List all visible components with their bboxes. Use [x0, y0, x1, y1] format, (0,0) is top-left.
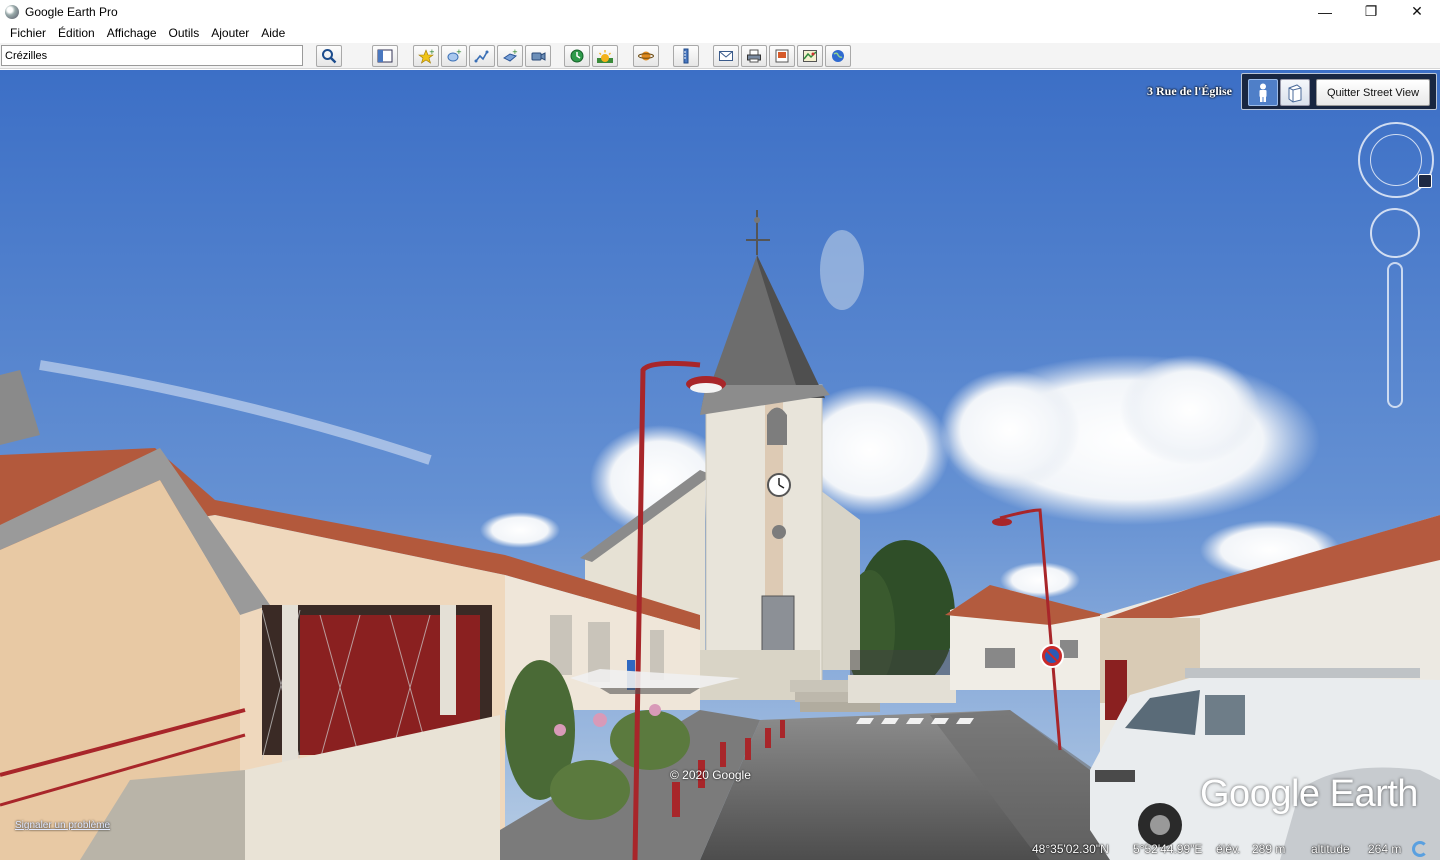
view-in-maps-button[interactable]: [797, 45, 823, 67]
google-earth-logo: Google Earth: [1200, 773, 1418, 815]
record-tour-icon: [531, 52, 546, 61]
title-bar: Google Earth Pro — ❐ ✕: [0, 0, 1440, 23]
earth-gallery-button[interactable]: [825, 45, 851, 67]
add-path-button[interactable]: [469, 45, 495, 67]
image-overlay-icon: +: [503, 48, 518, 62]
status-bar: 48°35'02.30"N 5°52'44.99"E élév. 289 m a…: [0, 838, 1440, 860]
ground-view-button[interactable]: [1280, 79, 1310, 106]
search-input[interactable]: [1, 45, 303, 66]
svg-text:+: +: [456, 48, 462, 56]
look-joystick[interactable]: [1370, 134, 1422, 186]
print-button[interactable]: [741, 45, 767, 67]
add-placemark-icon: +: [418, 48, 434, 64]
save-image-button[interactable]: [769, 45, 795, 67]
ruler-button[interactable]: [673, 45, 699, 67]
move-joystick[interactable]: [1370, 208, 1420, 258]
zoom-slider[interactable]: [1387, 262, 1403, 408]
sidebar-toggle-icon: [377, 49, 393, 63]
streaming-indicator-icon: [1412, 841, 1428, 857]
street-view-mode-button[interactable]: [1248, 79, 1278, 106]
menu-fichier[interactable]: Fichier: [4, 26, 52, 40]
historical-imagery-icon: [570, 49, 584, 63]
minimize-button[interactable]: —: [1302, 0, 1348, 23]
sidebar-toggle-button[interactable]: [372, 45, 398, 67]
add-polygon-button[interactable]: +: [441, 45, 467, 67]
elevation-value: 289 m: [1252, 842, 1286, 856]
search-button[interactable]: [316, 45, 342, 67]
search-icon: [322, 49, 337, 64]
menu-bar: Fichier Édition Affichage Outils Ajouter…: [0, 23, 1440, 43]
copyright-notice: © 2020 Google: [670, 768, 751, 782]
menu-aide[interactable]: Aide: [255, 26, 291, 40]
earth-gallery-icon: [832, 50, 844, 62]
street-view-scene: [0, 70, 1440, 860]
toolbar: + + +: [0, 43, 1440, 69]
altitude-label: altitude: [1311, 842, 1350, 856]
menu-edition[interactable]: Édition: [52, 26, 101, 40]
print-icon: [747, 49, 761, 63]
record-tour-button[interactable]: [525, 45, 551, 67]
street-view-viewport[interactable]: 3 Rue de l'Église Quitter Street View © …: [0, 70, 1440, 860]
add-polygon-icon: +: [447, 48, 462, 62]
image-overlay-button[interactable]: +: [497, 45, 523, 67]
menu-ajouter[interactable]: Ajouter: [205, 26, 255, 40]
svg-text:+: +: [429, 48, 434, 56]
report-problem-link[interactable]: Signaler un problème: [15, 820, 110, 831]
view-in-maps-icon: [803, 50, 817, 62]
close-button[interactable]: ✕: [1394, 0, 1440, 23]
altitude-value: 264 m: [1368, 842, 1402, 856]
save-image-icon: [775, 49, 789, 63]
sunlight-button[interactable]: [592, 45, 618, 67]
email-button[interactable]: [713, 45, 739, 67]
sunlight-icon: [597, 50, 613, 63]
google-earth-app-icon: [5, 4, 19, 19]
elevation-label: élév.: [1216, 842, 1241, 856]
street-address: 3 Rue de l'Église: [1146, 84, 1232, 98]
window-title: Google Earth Pro: [25, 4, 118, 19]
ruler-icon: [683, 48, 689, 64]
pegman-icon: [1259, 83, 1267, 102]
window-controls: — ❐ ✕: [1302, 0, 1440, 23]
compass-north-icon[interactable]: [1418, 174, 1432, 188]
building-3d-icon: [1288, 83, 1302, 103]
add-placemark-button[interactable]: +: [413, 45, 439, 67]
latitude-readout: 48°35'02.30"N: [1032, 842, 1109, 856]
add-path-icon: [474, 50, 489, 63]
svg-text:+: +: [512, 48, 518, 56]
planets-icon: [638, 51, 654, 61]
menu-affichage[interactable]: Affichage: [101, 26, 163, 40]
restore-button[interactable]: ❐: [1348, 0, 1394, 23]
quit-street-view-button[interactable]: Quitter Street View: [1316, 79, 1430, 106]
historical-imagery-button[interactable]: [564, 45, 590, 67]
longitude-readout: 5°52'44.99"E: [1133, 842, 1203, 856]
email-icon: [719, 51, 733, 61]
street-view-control-panel: Quitter Street View: [1241, 73, 1437, 110]
menu-outils[interactable]: Outils: [163, 26, 206, 40]
planets-button[interactable]: [633, 45, 659, 67]
